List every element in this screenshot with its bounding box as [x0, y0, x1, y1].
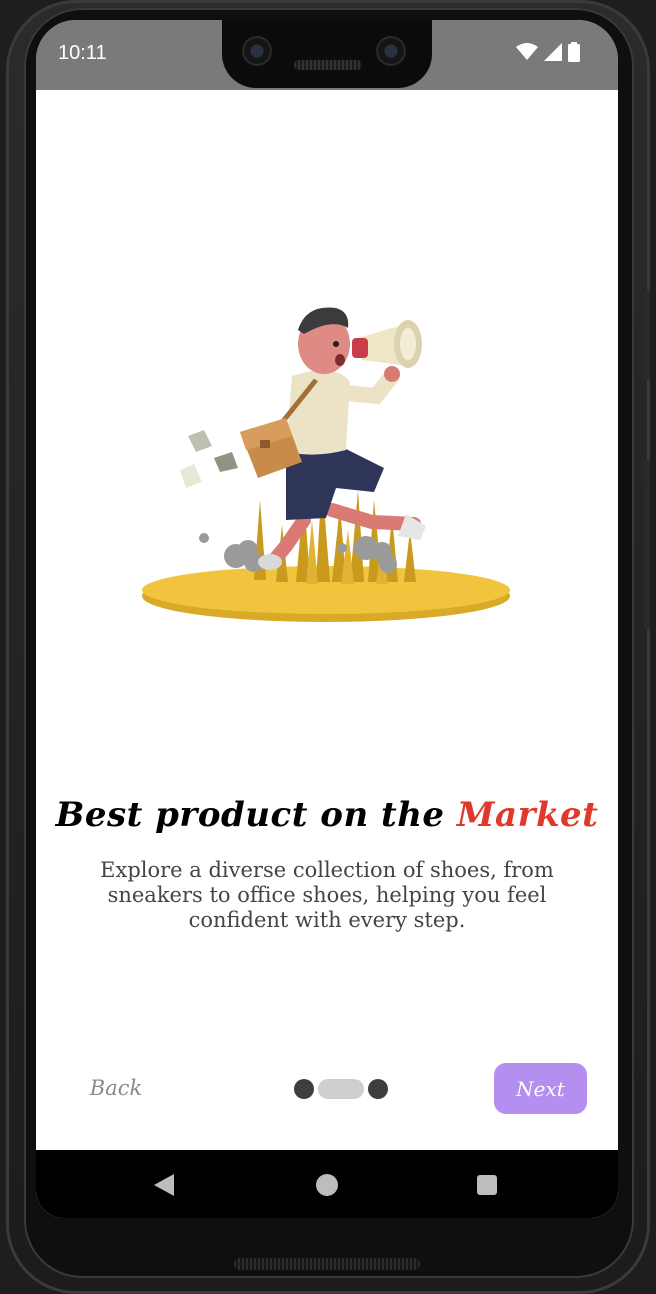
page-dot-3[interactable]	[368, 1079, 388, 1099]
signal-icon	[544, 43, 562, 65]
status-icons	[516, 42, 580, 66]
page-dot-2-active[interactable]	[318, 1079, 364, 1099]
onboarding-description: Explore a diverse collection of shoes, f…	[100, 858, 554, 932]
status-time: 10:11	[58, 42, 107, 64]
wifi-icon	[516, 43, 538, 65]
screen: 10:11 Best product on the Market Explore…	[36, 20, 618, 1218]
headline-main: Best product on the	[55, 795, 457, 835]
front-camera-left	[242, 36, 272, 66]
front-camera-right	[376, 36, 406, 66]
bottom-speaker-grille	[234, 1258, 420, 1270]
home-circle-icon[interactable]	[316, 1174, 338, 1196]
person-with-megaphone-illustration	[142, 307, 510, 622]
page-indicator	[294, 1078, 388, 1100]
next-button[interactable]: Next	[494, 1063, 587, 1114]
volume-button	[644, 460, 650, 630]
camera-notch	[222, 20, 432, 88]
recents-square-icon[interactable]	[477, 1175, 497, 1195]
system-nav-bar	[36, 1150, 618, 1218]
earpiece-speaker	[294, 60, 362, 70]
power-button	[644, 290, 650, 380]
battery-icon	[568, 42, 580, 66]
onboarding-page: Best product on the Market Explore a div…	[36, 90, 618, 1150]
headline-accent: Market	[456, 795, 599, 835]
back-triangle-icon[interactable]	[154, 1174, 174, 1196]
back-button[interactable]: Back	[76, 1065, 156, 1111]
onboarding-headline: Best product on the Market	[36, 795, 618, 835]
page-dot-1[interactable]	[294, 1079, 314, 1099]
status-bar: 10:11	[36, 20, 618, 90]
